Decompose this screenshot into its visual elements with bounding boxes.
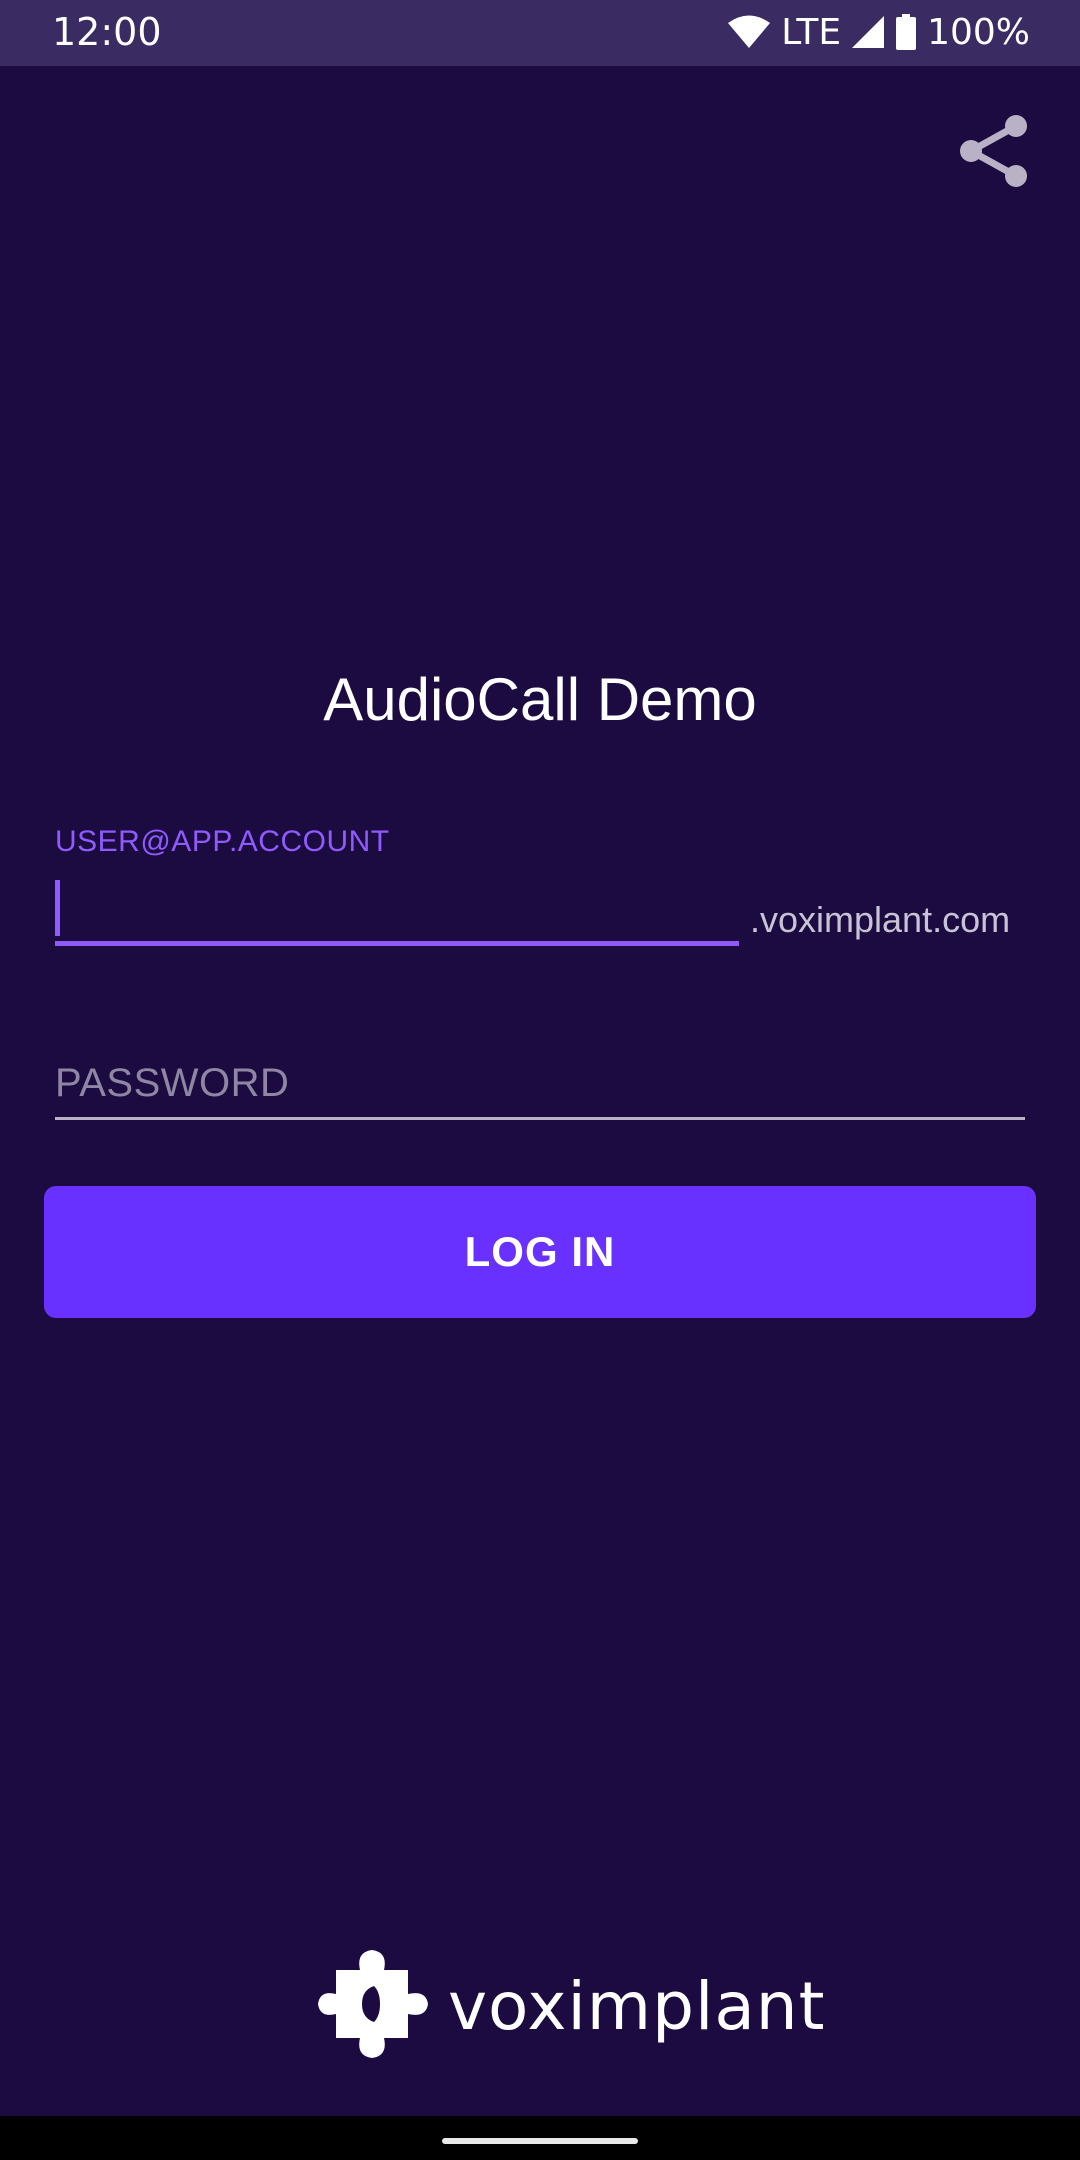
login-button[interactable]: LOG IN [44, 1186, 1036, 1318]
text-cursor [55, 880, 60, 936]
share-icon [958, 113, 1028, 194]
share-button[interactable] [950, 110, 1036, 196]
wifi-icon [727, 14, 771, 50]
status-indicators: LTE 100% [727, 10, 1030, 54]
password-input[interactable] [55, 1050, 1025, 1120]
username-label: USER@APP.ACCOUNT [55, 825, 390, 858]
home-gesture-handle[interactable] [442, 2138, 638, 2144]
battery-icon [895, 14, 917, 50]
battery-percent: 100% [927, 11, 1030, 53]
voximplant-logo: voximplant [316, 1948, 825, 2064]
domain-suffix: .voximplant.com [750, 899, 1011, 940]
puzzle-logo-icon [316, 1946, 432, 2067]
status-bar: 12:00 LTE 100% [0, 0, 1080, 66]
username-input[interactable] [55, 876, 739, 946]
cellular-signal-icon [851, 15, 885, 49]
network-type: LTE [781, 11, 842, 53]
app-title: AudioCall Demo [323, 666, 757, 733]
brand-name: voximplant [448, 1967, 826, 2045]
status-time: 12:00 [52, 10, 162, 54]
